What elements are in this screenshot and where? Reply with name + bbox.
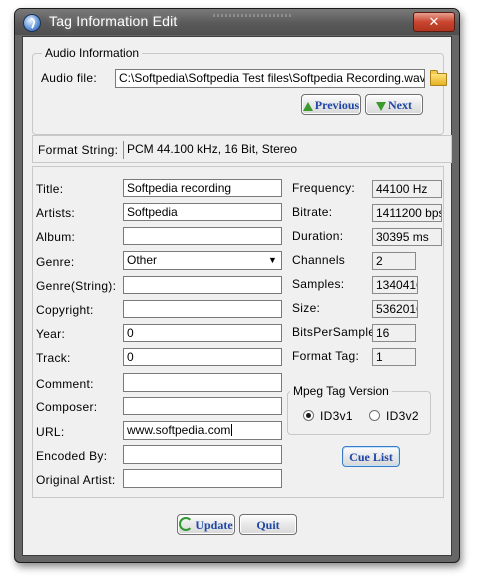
cue-list-button[interactable]: Cue List [342, 446, 400, 467]
quit-button[interactable]: Quit [239, 514, 297, 535]
next-button[interactable]: Next [365, 94, 423, 115]
bits-per-sample-label: BitsPerSample: [292, 325, 379, 339]
audio-file-label: Audio file: [41, 71, 97, 85]
frequency-value: 44100 Hz [372, 180, 442, 198]
window-title: Tag Information Edit [49, 13, 178, 29]
original-artist-label: Original Artist: [36, 473, 116, 487]
encoded-by-label: Encoded By: [36, 449, 108, 463]
url-label: URL: [36, 425, 65, 439]
artists-label: Artists: [36, 206, 76, 220]
frequency-label: Frequency: [292, 181, 356, 195]
id3v1-label[interactable]: ID3v1 [320, 409, 353, 423]
bitrate-value: 1411200 bps [372, 204, 442, 222]
composer-field[interactable] [123, 397, 282, 415]
audio-file-path-field[interactable]: C:\Softpedia\Softpedia Test files\Softpe… [115, 69, 425, 88]
samples-label: Samples: [292, 277, 345, 291]
mpeg-tag-version-title: Mpeg Tag Version [290, 384, 392, 398]
id3v1-radio[interactable] [303, 410, 314, 421]
track-label: Track: [36, 351, 71, 365]
album-label: Album: [36, 230, 76, 244]
duration-value: 30395 ms [372, 228, 442, 246]
channels-value: 2 [372, 252, 416, 270]
encoded-by-field[interactable] [123, 445, 282, 464]
genre-dropdown[interactable]: Other ▼ [123, 251, 282, 270]
chevron-down-icon[interactable]: ▼ [265, 253, 280, 268]
close-button[interactable]: ✕ [413, 12, 455, 32]
album-field[interactable] [123, 227, 282, 245]
title-grip [213, 14, 293, 17]
title-bar[interactable]: Tag Information Edit ✕ [15, 9, 459, 35]
folder-open-icon[interactable] [430, 70, 447, 86]
year-field[interactable]: 0 [123, 324, 282, 342]
size-label: Size: [292, 301, 321, 315]
arrow-down-icon [376, 101, 386, 111]
format-string-label: Format String: [38, 143, 119, 157]
update-button[interactable]: Update [177, 514, 235, 535]
url-field-value: www.softpedia.com [127, 423, 231, 437]
previous-button[interactable]: Previous [301, 94, 361, 115]
samples-value: 1340416 [372, 276, 418, 294]
copyright-field[interactable] [123, 300, 282, 318]
duration-label: Duration: [292, 229, 344, 243]
copyright-label: Copyright: [36, 303, 94, 317]
genre-string-label: Genre(String): [36, 279, 117, 293]
format-string-value: PCM 44.100 kHz, 16 Bit, Stereo [123, 141, 451, 159]
arrow-up-icon [302, 101, 313, 111]
genre-label: Genre: [36, 255, 75, 269]
track-field[interactable]: 0 [123, 348, 282, 366]
previous-button-label: Previous [314, 98, 360, 112]
audio-information-title: Audio Information [42, 46, 143, 60]
format-tag-value: 1 [372, 348, 416, 366]
size-value: 5362016 [372, 300, 418, 318]
channels-label: Channels [292, 253, 346, 267]
composer-label: Composer: [36, 400, 98, 414]
genre-selected-value: Other [127, 253, 158, 267]
app-logo-icon [23, 14, 41, 32]
refresh-icon [179, 517, 194, 531]
text-cursor [231, 424, 233, 436]
comment-label: Comment: [36, 377, 94, 391]
next-button-label: Next [388, 98, 412, 112]
genre-string-field[interactable] [123, 276, 282, 294]
artists-field[interactable]: Softpedia [123, 203, 282, 221]
title-label: Title: [36, 182, 64, 196]
dialog-client-area: Audio Information Audio file: C:\Softped… [22, 36, 452, 556]
title-field[interactable]: Softpedia recording [123, 179, 282, 197]
format-tag-label: Format Tag: [292, 349, 360, 363]
tag-editor-window: Tag Information Edit ✕ Audio Information… [14, 8, 460, 563]
bits-per-sample-value: 16 [372, 324, 416, 342]
update-button-label: Update [195, 518, 233, 532]
bitrate-label: Bitrate: [292, 205, 333, 219]
url-field[interactable]: www.softpedia.com [123, 421, 282, 440]
original-artist-field[interactable] [123, 469, 282, 488]
year-label: Year: [36, 327, 66, 341]
comment-field[interactable] [123, 373, 282, 392]
id3v2-label[interactable]: ID3v2 [386, 409, 419, 423]
id3v2-radio[interactable] [369, 410, 380, 421]
